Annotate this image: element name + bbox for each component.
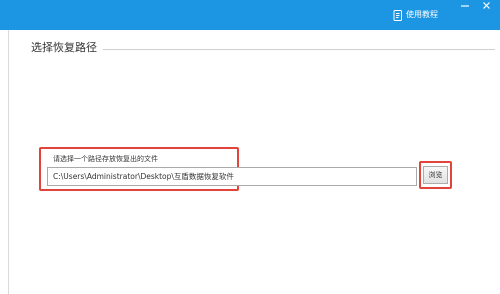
minimize-icon bbox=[456, 0, 474, 16]
close-button[interactable] bbox=[478, 0, 496, 16]
title-bar: 使用教程 bbox=[0, 0, 500, 30]
path-prompt-label: 请选择一个路径存放恢复出的文件 bbox=[53, 155, 158, 163]
document-help-icon bbox=[393, 9, 403, 21]
save-path-input[interactable] bbox=[47, 167, 417, 186]
section-divider bbox=[103, 49, 495, 50]
panel-border bbox=[8, 30, 9, 294]
tutorial-button[interactable]: 使用教程 bbox=[393, 6, 438, 24]
close-icon bbox=[478, 0, 496, 16]
browse-button[interactable]: 浏览 bbox=[423, 166, 448, 184]
tutorial-label: 使用教程 bbox=[406, 10, 438, 19]
minimize-button[interactable] bbox=[456, 0, 474, 16]
section-title: 选择恢复路径 bbox=[31, 41, 97, 54]
